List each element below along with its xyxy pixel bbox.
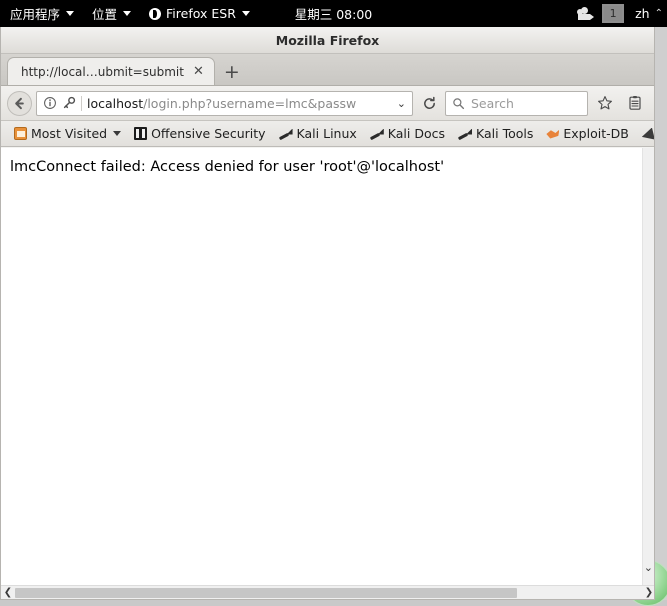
kali-dragon-icon [279,128,293,140]
vertical-scrollbar[interactable] [642,148,655,585]
browser-tab-active[interactable]: http://local…ubmit=submit ✕ [7,57,215,85]
search-bar[interactable]: Search [445,91,588,116]
url-bar[interactable]: localhost/login.php?username=lmc&passw ⌄ [36,91,413,116]
bookmark-label: Kali Linux [297,126,357,141]
bookmark-label: Most Visited [31,126,107,141]
bookmark-kali-linux[interactable]: Kali Linux [273,124,363,143]
search-placeholder: Search [471,96,514,111]
offensive-security-icon [134,127,147,140]
bookmark-most-visited[interactable]: Most Visited [8,124,127,143]
horizontal-scrollbar[interactable]: ❮ ❯ [1,585,655,599]
bookmark-star-button[interactable] [592,90,618,116]
url-path: /login.php?username=lmc&passw [143,96,356,111]
bookmark-offensive-security[interactable]: Offensive Security [128,124,271,143]
aircrack-ng-icon [642,128,654,140]
kali-dragon-icon [458,128,472,140]
star-icon [597,95,613,111]
window-title: Mozilla Firefox [276,33,380,48]
page-viewport: lmcConnect failed: Access denied for use… [1,148,655,599]
library-icon [627,95,643,111]
bookmark-label: Offensive Security [151,126,265,141]
search-icon [452,97,465,110]
tab-strip: http://local…ubmit=submit ✕ + [1,54,654,86]
panel-menu-firefox[interactable]: Firefox ESR [140,0,259,27]
applications-menu-label: 应用程序 [10,4,60,23]
scroll-right-arrow-icon[interactable]: ❯ [642,586,655,600]
navigation-toolbar: localhost/login.php?username=lmc&passw ⌄… [1,86,654,121]
window-titlebar: Mozilla Firefox [1,27,654,54]
firefox-window: Mozilla Firefox http://local…ubmit=submi… [0,27,655,600]
bookmark-label: Exploit-DB [563,126,628,141]
chevron-down-icon [113,131,121,136]
url-separator [81,96,82,111]
bookmarks-toolbar: Most Visited Offensive Security Kali Lin… [1,121,654,147]
horizontal-scroll-track[interactable] [15,586,642,600]
url-text: localhost/login.php?username=lmc&passw [87,96,390,111]
bookmark-label: Kali Docs [388,126,445,141]
chevron-down-icon [242,11,250,16]
workspace-indicator[interactable]: 1 [602,4,624,23]
panel-status-area: 1 zh ⌃ [577,0,667,27]
places-menu-label: 位置 [92,4,117,23]
exploit-db-icon [546,128,559,139]
bookmark-aircrack-ng[interactable]: A [636,124,654,143]
chevron-down-icon[interactable]: ⌄ [395,97,408,110]
horizontal-scroll-thumb[interactable] [15,588,517,598]
key-icon[interactable] [62,96,76,110]
back-arrow-icon [12,96,27,111]
kali-dragon-icon [370,128,384,140]
bookmark-label: Kali Tools [476,126,533,141]
desktop-chevron-icon: ⌄ [644,561,653,574]
page-body-text: lmcConnect failed: Access denied for use… [1,148,655,186]
bookmark-exploit-db[interactable]: Exploit-DB [540,124,634,143]
scroll-left-arrow-icon[interactable]: ❮ [1,586,15,600]
reload-icon [422,96,437,111]
back-button[interactable] [7,91,32,116]
input-method-indicator[interactable]: zh [632,6,652,21]
panel-menu-applications[interactable]: 应用程序 [0,0,83,27]
gnome-top-panel: 应用程序 位置 Firefox ESR 星期三 08:00 1 zh ⌃ [0,0,667,27]
close-icon[interactable]: ✕ [191,65,206,78]
chevron-down-icon [66,11,74,16]
bookmark-kali-docs[interactable]: Kali Docs [364,124,451,143]
url-host: localhost [87,96,143,111]
most-visited-icon [14,127,27,140]
new-tab-button[interactable]: + [215,63,249,85]
chevron-down-icon [123,11,131,16]
page-info-icon[interactable] [43,96,57,110]
library-button[interactable] [622,90,648,116]
bookmark-kali-tools[interactable]: Kali Tools [452,124,539,143]
panel-menu-places[interactable]: 位置 [83,0,140,27]
screen-recorder-icon[interactable] [577,7,594,21]
firefox-icon [149,8,161,20]
reload-button[interactable] [417,91,441,116]
firefox-menu-label: Firefox ESR [166,6,236,21]
tab-title: http://local…ubmit=submit [21,65,184,79]
panel-overflow-chevron-icon[interactable]: ⌃ [655,8,665,19]
